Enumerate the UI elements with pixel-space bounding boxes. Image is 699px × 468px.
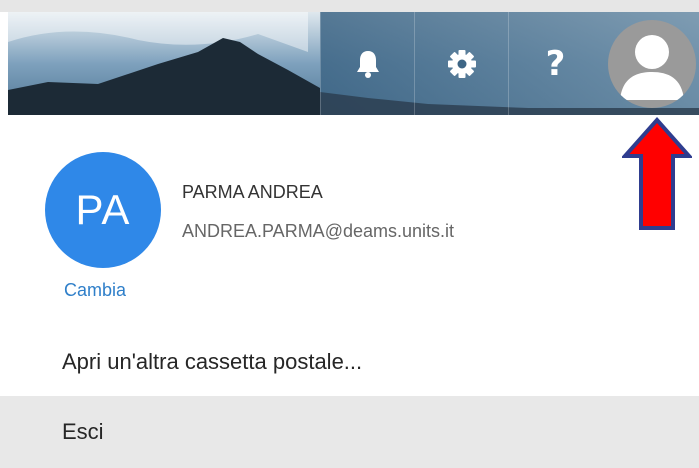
user-email: ANDREA.PARMA@deams.units.it — [182, 221, 455, 241]
profile-initials-avatar: PA — [45, 152, 161, 268]
notifications-button[interactable] — [320, 12, 414, 115]
settings-button[interactable] — [414, 12, 508, 115]
help-icon: ? — [545, 43, 566, 84]
initials-text: PA — [75, 186, 131, 233]
open-other-mailbox-item[interactable]: Apri un'altra cassetta postale... — [0, 333, 699, 391]
user-name: PARMA ANDREA — [182, 182, 323, 202]
sign-out-item[interactable]: Esci — [0, 396, 699, 468]
change-photo-link[interactable]: Cambia — [64, 280, 126, 301]
bell-icon — [356, 50, 379, 78]
avatar-icon — [620, 35, 684, 100]
header-bar: ? — [8, 12, 699, 115]
account-avatar-button[interactable] — [608, 20, 696, 108]
help-button[interactable]: ? — [508, 12, 602, 115]
open-other-mailbox-label: Apri un'altra cassetta postale... — [62, 349, 363, 374]
gear-icon — [447, 49, 476, 78]
sign-out-label: Esci — [62, 419, 104, 444]
top-strip — [0, 0, 699, 12]
red-up-arrow-annotation — [622, 116, 692, 230]
